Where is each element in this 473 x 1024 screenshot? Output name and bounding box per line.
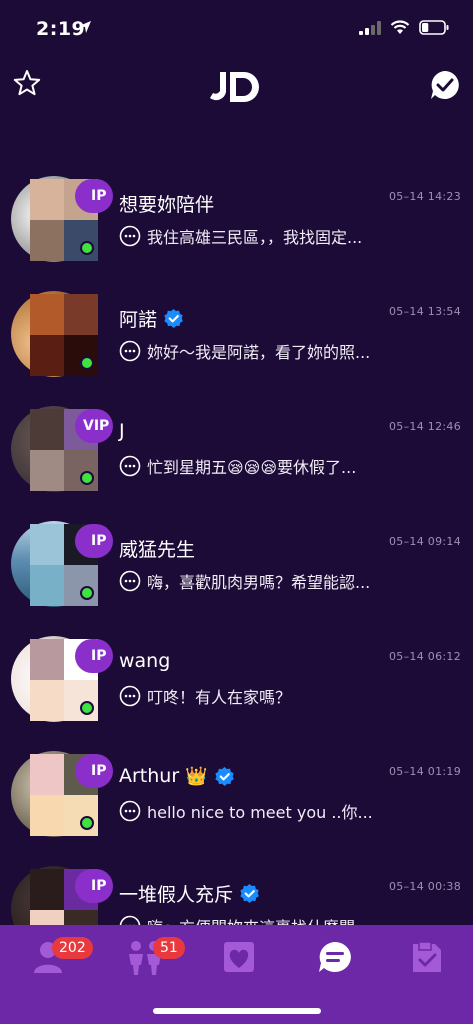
- chat-bubble-icon: [119, 570, 141, 592]
- verified-badge-icon: [164, 308, 183, 329]
- message-preview: 妳好～我是阿諾，看了妳的照...: [119, 338, 389, 364]
- preview-text: 我住高雄三民區，，我找固定...: [147, 228, 363, 247]
- avatar-wrap: IP: [11, 751, 113, 837]
- contact-name: 阿諾: [119, 305, 184, 332]
- message-preview: 嗨～方便問妳來這裏找什麼關...: [119, 913, 389, 925]
- contact-name: 一堆假人充斥: [119, 880, 260, 907]
- vip-badge: IP: [75, 524, 113, 558]
- star-icon[interactable]: [12, 68, 42, 98]
- avatar-wrap: IP: [11, 176, 113, 262]
- contact-name-text: Arthur: [119, 765, 180, 787]
- tab-matches[interactable]: 51: [111, 935, 185, 985]
- conversation-row[interactable]: IP Arthur 👑 hello nice to meet you ..你..…: [0, 751, 473, 866]
- tag-check-icon: [413, 941, 441, 972]
- online-indicator: [80, 241, 94, 255]
- conversation-row[interactable]: IP wang 叮咚！有人在家嗎？ 05–14 06:12: [0, 636, 473, 751]
- status-bar: 2:19: [0, 0, 473, 60]
- verified-badge-icon: [214, 766, 234, 786]
- message-time: 05–14 01:19: [389, 765, 461, 778]
- conversation-row-partial[interactable]: [0, 120, 473, 145]
- notification-badge: 51: [153, 937, 185, 959]
- online-indicator: [80, 471, 94, 485]
- signal-icon: [359, 20, 381, 35]
- conversation-row[interactable]: VIP J 忙到星期五😪😪😪要休假了... 05–14 12:46: [0, 406, 473, 521]
- message-preview: 我住高雄三民區，，我找固定...: [119, 223, 389, 249]
- avatar-wrap: IP: [11, 866, 113, 925]
- status-indicators: [359, 20, 449, 35]
- chat-bubble-icon: [119, 915, 141, 925]
- vip-badge: VIP: [75, 409, 113, 443]
- contact-name: Arthur 👑: [119, 765, 235, 787]
- avatar-wrap: IP: [11, 636, 113, 722]
- conversation-row[interactable]: IP 想要妳陪伴 我住高雄三民區，，我找固定... 05–14 14:23: [0, 176, 473, 291]
- contact-name-text: 一堆假人充斥: [119, 884, 234, 906]
- chat-bubble-icon: [119, 455, 141, 477]
- message-preview: 嗨，喜歡肌肉男嗎？希望能認...: [119, 568, 389, 594]
- avatar-wrap: IP: [11, 521, 113, 607]
- preview-text: 嗨～方便問妳來這裏找什麼關...: [147, 914, 370, 925]
- chat-bubble-icon: [119, 685, 141, 707]
- verified-badge-icon: [240, 883, 259, 904]
- conversation-row[interactable]: IP 一堆假人充斥 嗨～方便問妳來這裏找什麼關... 05–14 00:38: [0, 866, 473, 925]
- wifi-icon: [390, 20, 410, 34]
- preview-text: hello nice to meet you ..你...: [147, 803, 373, 822]
- message-time: 05–14 12:46: [389, 420, 461, 433]
- online-indicator: [80, 586, 94, 600]
- heart-card-icon: [224, 942, 254, 972]
- contact-name-text: 阿諾: [119, 309, 158, 331]
- message-time: 05–14 14:23: [389, 190, 461, 203]
- battery-icon: [419, 20, 449, 35]
- contact-name-text: 威猛先生: [119, 539, 196, 561]
- online-indicator: [80, 816, 94, 830]
- online-indicator: [80, 356, 94, 370]
- chat-bubble-icon: [119, 225, 141, 247]
- messages-icon: [319, 942, 351, 972]
- message-preview: 忙到星期五😪😪😪要休假了...: [119, 453, 389, 479]
- vip-badge: IP: [75, 179, 113, 213]
- contact-name: J: [119, 420, 125, 442]
- message-time: 05–14 00:38: [389, 880, 461, 893]
- notification-badge: 202: [52, 937, 93, 959]
- chat-bubble-icon: [119, 800, 141, 822]
- message-preview: 叮咚！有人在家嗎？: [119, 683, 389, 709]
- preview-text: 叮咚！有人在家嗎？: [147, 688, 292, 707]
- message-preview: hello nice to meet you ..你...: [119, 798, 389, 824]
- preview-text: 嗨，喜歡肌肉男嗎？希望能認...: [147, 573, 371, 592]
- tab-profile[interactable]: 202: [17, 935, 93, 985]
- contact-name: wang: [119, 650, 170, 672]
- tab-orders[interactable]: [394, 935, 454, 985]
- tab-likes[interactable]: [207, 935, 267, 985]
- vip-badge: IP: [75, 639, 113, 673]
- preview-text: 忙到星期五😪😪😪要休假了...: [147, 458, 357, 477]
- home-indicator[interactable]: [153, 1008, 321, 1014]
- preview-text: 妳好～我是阿諾，看了妳的照...: [147, 343, 371, 362]
- avatar-wrap: [11, 291, 98, 377]
- conversation-row[interactable]: IP 威猛先生 嗨，喜歡肌肉男嗎？希望能認... 05–14 09:14: [0, 521, 473, 636]
- conversation-row[interactable]: 阿諾 妳好～我是阿諾，看了妳的照... 05–14 13:54: [0, 291, 473, 406]
- location-arrow-icon: [79, 21, 91, 33]
- crown-icon: 👑: [185, 765, 208, 787]
- vip-badge: IP: [75, 754, 113, 788]
- app-logo: [210, 72, 259, 102]
- message-time: 05–14 06:12: [389, 650, 461, 663]
- online-indicator: [80, 701, 94, 715]
- conversation-list[interactable]: IP 想要妳陪伴 我住高雄三民區，，我找固定... 05–14 14:23 阿諾…: [0, 120, 473, 925]
- app-header: [0, 60, 473, 120]
- contact-name-text: 想要妳陪伴: [119, 194, 215, 216]
- avatar-wrap: VIP: [11, 406, 113, 492]
- contact-name-text: wang: [119, 650, 171, 672]
- vip-badge: IP: [75, 869, 113, 903]
- chat-bubble-icon: [119, 340, 141, 362]
- tab-messages[interactable]: [302, 935, 362, 985]
- message-time: 05–14 13:54: [389, 305, 461, 318]
- contact-name: 想要妳陪伴: [119, 190, 214, 217]
- read-all-check-icon[interactable]: [429, 69, 461, 101]
- message-time: 05–14 09:14: [389, 535, 461, 548]
- contact-name: 威猛先生: [119, 535, 195, 562]
- contact-name-text: J: [119, 420, 125, 442]
